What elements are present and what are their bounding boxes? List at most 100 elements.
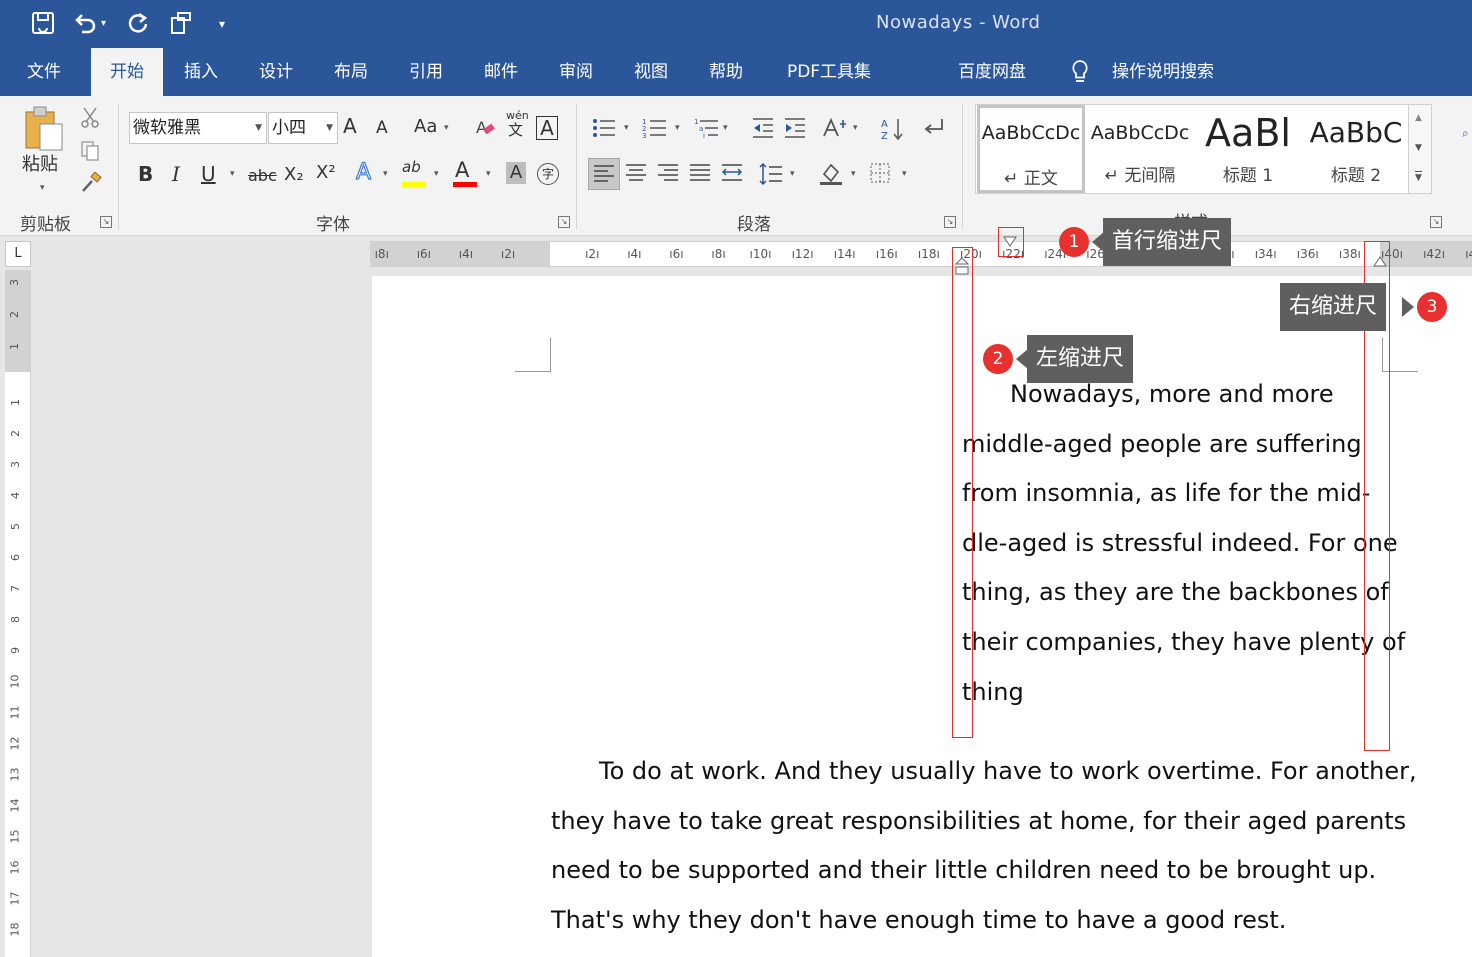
style-no-spacing[interactable]: AaBbCcDc ↵ 无间隔 <box>1086 105 1194 193</box>
character-shading-button[interactable]: A <box>506 162 526 184</box>
tab-file[interactable]: 文件 <box>15 48 73 96</box>
style-heading-2[interactable]: AaBbC 标题 2 <box>1302 105 1410 193</box>
grow-font-button[interactable]: A <box>343 116 357 136</box>
save-icon[interactable] <box>30 10 56 38</box>
subscript-button[interactable]: X₂ <box>284 166 304 184</box>
shading-icon[interactable] <box>818 160 844 189</box>
vertical-ruler[interactable]: 3 2 1 1 2 3 4 5 6 7 8 9 10 11 12 13 14 15 16 17 18 <box>5 270 31 957</box>
sort-icon[interactable]: AZ <box>881 116 905 145</box>
highlight-button[interactable]: ab <box>402 160 421 175</box>
svg-text:1: 1 <box>694 118 698 126</box>
customize-icon[interactable]: ▾ <box>219 10 225 38</box>
ruler-tick-label: ı34ı <box>1254 247 1277 261</box>
phonetic-guide-bottom[interactable]: 文 <box>508 123 523 138</box>
multilevel-list-icon[interactable]: 1ai <box>694 116 720 143</box>
text-line: from insomnia, as life for the mid- <box>962 479 1371 508</box>
callout-pointer <box>1402 297 1414 317</box>
tab-references[interactable]: 引用 <box>397 48 455 96</box>
superscript-button[interactable]: X² <box>316 164 336 182</box>
undo-dropdown-icon[interactable]: ▾ <box>101 10 106 38</box>
styles-launcher-icon[interactable]: ↘ <box>1430 216 1442 228</box>
title-bar: ▾ ▾ Nowadays - Word <box>0 0 1472 48</box>
tab-review[interactable]: 审阅 <box>547 48 605 96</box>
undo-icon[interactable] <box>72 10 98 38</box>
tab-pdf-tools[interactable]: PDF工具集 <box>776 48 882 96</box>
chevron-down-icon[interactable]: ▾ <box>383 170 388 179</box>
horizontal-ruler[interactable]: ı8ı ı6ı ı4ı ı2ı ı2ı ı4ı ı6ı ı8ı ı10ı ı12ı ı14ı ı16ı… <box>370 241 1472 267</box>
chevron-down-icon[interactable]: ▾ <box>444 124 449 133</box>
increase-indent-icon[interactable] <box>783 116 807 143</box>
align-center-icon[interactable] <box>624 162 648 187</box>
decrease-indent-icon[interactable] <box>751 116 775 143</box>
bullets-icon[interactable] <box>591 116 617 143</box>
chevron-down-icon[interactable]: ▾ <box>723 124 728 133</box>
shrink-font-button[interactable]: A <box>376 120 388 137</box>
ruler-tick-label: 2 <box>8 311 21 318</box>
tell-me-search[interactable]: 操作说明搜索 <box>1100 48 1226 96</box>
redo-icon[interactable] <box>125 10 151 38</box>
chevron-down-icon[interactable]: ▾ <box>434 170 439 179</box>
change-case-button[interactable]: Aa <box>414 118 437 136</box>
tab-selector[interactable]: L <box>5 241 31 267</box>
chevron-down-icon[interactable]: ▾ <box>486 170 491 179</box>
clipboard-launcher-icon[interactable]: ↘ <box>100 216 112 228</box>
phonetic-guide-top[interactable]: wén <box>506 110 529 121</box>
style-normal[interactable]: AaBbCcDc ↵ 正文 <box>977 105 1085 193</box>
cut-icon[interactable] <box>80 106 100 131</box>
tab-help[interactable]: 帮助 <box>697 48 755 96</box>
chevron-down-icon[interactable]: ▾ <box>675 124 680 133</box>
style-heading-1[interactable]: AaBl 标题 1 <box>1194 105 1302 193</box>
chevron-down-icon[interactable]: ▾ <box>230 170 235 179</box>
chevron-down-icon[interactable]: ▾ <box>790 170 795 179</box>
show-marks-icon[interactable] <box>922 116 946 143</box>
chevron-down-icon[interactable]: ▾ <box>624 124 629 133</box>
paste-label[interactable]: 粘贴 <box>22 156 58 174</box>
font-color-button[interactable]: A <box>455 160 469 181</box>
font-name-box[interactable]: 微软雅黑 ▼ <box>129 112 267 144</box>
tab-baidu-netdisk[interactable]: 百度网盘 <box>946 48 1038 96</box>
gallery-down-icon[interactable]: ▼ <box>1415 143 1422 153</box>
font-launcher-icon[interactable]: ↘ <box>558 216 570 228</box>
ruler-tick-label: 1 <box>8 343 21 350</box>
strikethrough-button[interactable]: abc <box>248 168 277 184</box>
format-painter-icon[interactable] <box>168 10 194 38</box>
paste-icon[interactable] <box>22 104 68 157</box>
gallery-more-icon[interactable]: ▼ <box>1415 171 1422 184</box>
tab-insert[interactable]: 插入 <box>172 48 230 96</box>
text-line: thing, as they are the backbones of <box>962 578 1389 607</box>
paragraph-2[interactable]: To do at work. And they usually have to … <box>551 747 1417 945</box>
chevron-down-icon[interactable]: ▾ <box>902 170 907 179</box>
chevron-down-icon[interactable]: ▾ <box>851 170 856 179</box>
align-right-icon[interactable] <box>656 162 680 187</box>
gallery-up-icon[interactable]: ▲ <box>1415 113 1422 123</box>
clear-formatting-icon[interactable]: A <box>474 116 496 141</box>
format-painter-brush-icon[interactable] <box>80 171 102 197</box>
editing-icon[interactable]: ⌕ <box>1462 126 1472 196</box>
chinese-layout-icon[interactable] <box>822 116 848 143</box>
tab-design[interactable]: 设计 <box>247 48 305 96</box>
line-spacing-icon[interactable] <box>758 162 784 189</box>
ruler-tick-label: ı8ı <box>374 247 389 261</box>
tab-home[interactable]: 开始 <box>91 48 163 96</box>
paragraph-launcher-icon[interactable]: ↘ <box>944 216 956 228</box>
document-page[interactable]: Nowadays, more and more middle-aged peop… <box>372 276 1472 957</box>
underline-button[interactable]: U <box>201 164 216 184</box>
tab-layout[interactable]: 布局 <box>322 48 380 96</box>
copy-icon[interactable] <box>80 140 100 165</box>
text-effects-button[interactable]: A <box>355 161 371 184</box>
enclose-characters-button[interactable]: 字 <box>537 163 559 185</box>
distributed-icon[interactable] <box>720 162 744 187</box>
bold-button[interactable]: B <box>138 164 153 184</box>
tab-view[interactable]: 视图 <box>622 48 680 96</box>
paste-dropdown-icon[interactable]: ▾ <box>40 184 45 193</box>
character-border-button[interactable]: A <box>536 116 558 140</box>
borders-icon[interactable] <box>869 162 891 187</box>
justify-icon[interactable] <box>688 162 712 187</box>
italic-button[interactable]: I <box>172 164 180 184</box>
chevron-down-icon[interactable]: ▾ <box>853 124 858 133</box>
tab-mailings[interactable]: 邮件 <box>472 48 530 96</box>
font-size-box[interactable]: 小四 ▼ <box>268 112 338 144</box>
align-left-icon[interactable] <box>588 158 620 190</box>
numbering-icon[interactable]: 123 <box>642 116 668 143</box>
paragraph-1[interactable]: Nowadays, more and more middle-aged peop… <box>962 370 1405 717</box>
